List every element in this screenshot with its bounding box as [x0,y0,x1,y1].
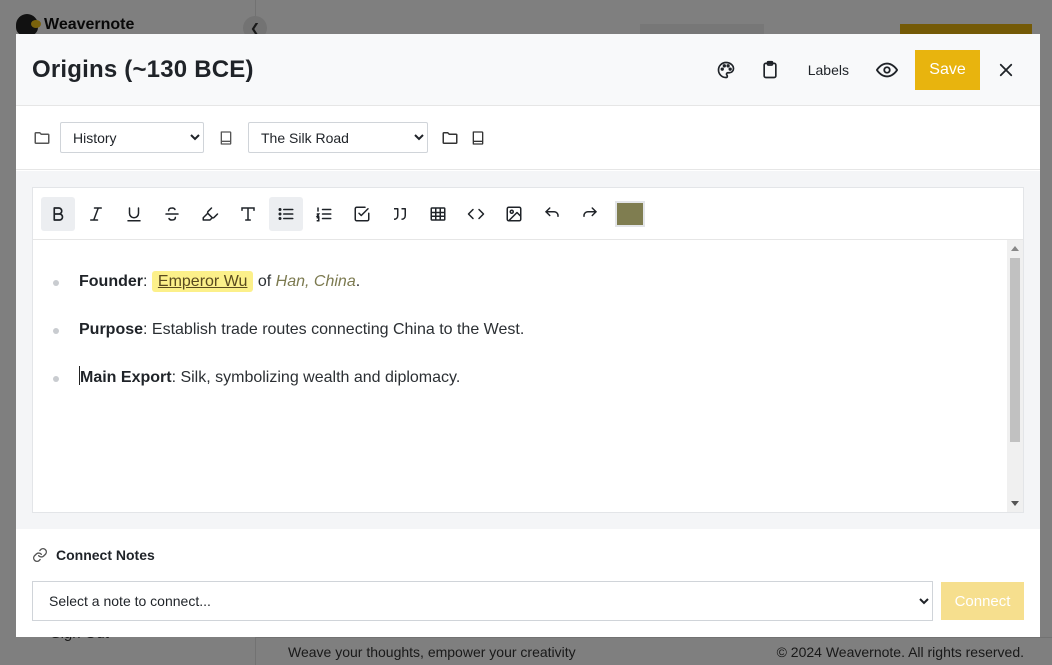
list-item[interactable]: Purpose: Establish trade routes connecti… [53,318,1007,341]
connect-notes-section: Connect Notes Select a note to connect..… [16,529,1040,637]
connect-notes-heading: Connect Notes [32,547,1024,563]
checkbox-icon [354,206,370,221]
connect-notes-title: Connect Notes [56,547,155,563]
scroll-down-arrow-icon[interactable] [1011,501,1019,506]
list-item[interactable]: Main Export: Silk, symbolizing wealth an… [53,366,1007,389]
text-color-swatch[interactable] [615,200,645,227]
item-text: : Silk, symbolizing wealth and diplomacy… [171,369,461,386]
image-button[interactable] [497,197,531,231]
palette-icon [717,61,735,78]
save-button[interactable]: Save [915,49,980,90]
new-notebook-button[interactable] [468,128,488,148]
highlight-button[interactable] [193,197,227,231]
underline-icon [127,206,141,221]
bullet-list-icon [278,207,294,220]
rich-text-editor: Founder: Emperor Wu of Han, China. Purpo… [32,187,1024,513]
italic-button[interactable] [79,197,113,231]
item-label: Purpose [79,321,144,338]
quote-icon [393,207,406,220]
table-button[interactable] [421,197,455,231]
text-style-button[interactable] [231,197,265,231]
ordered-list-button[interactable] [307,197,341,231]
eye-icon [876,62,898,77]
note-title[interactable]: Origins (~130 BCE) [32,56,700,84]
theme-button[interactable] [708,52,744,88]
highlighter-icon [202,206,219,221]
clipboard-icon [763,60,777,78]
clipboard-button[interactable] [752,52,788,88]
type-icon [241,206,255,221]
link-icon [33,548,47,562]
strikethrough-button[interactable] [155,197,189,231]
new-folder-button[interactable] [440,128,460,148]
italic-icon [90,206,102,221]
undo-button[interactable] [535,197,569,231]
item-separator: : [143,273,148,290]
code-icon [467,208,485,219]
bullet-list-button[interactable] [269,196,303,231]
preview-button[interactable] [869,52,905,88]
item-end: . [355,273,361,290]
strikethrough-icon [165,206,179,221]
connect-button[interactable]: Connect [941,582,1024,620]
editor-scrollbar[interactable] [1007,240,1023,512]
notebook-icon [216,128,236,148]
labels-button[interactable]: Labels [808,62,849,78]
notebook-select[interactable]: The Silk Road [248,122,428,153]
editor-area: Founder: Emperor Wu of Han, China. Purpo… [16,171,1040,529]
bold-button[interactable] [41,196,75,231]
category-select[interactable]: History [60,122,204,153]
place-name: Han, China [275,273,356,290]
image-icon [506,206,522,221]
bold-icon [53,206,64,221]
redo-button[interactable] [573,197,607,231]
edit-note-modal: Origins (~130 BCE) Labels Save History T… [16,34,1040,637]
item-text: : Establish trade routes connecting Chin… [143,321,525,338]
blockquote-button[interactable] [383,197,417,231]
scrollbar-thumb[interactable] [1010,258,1020,442]
redo-icon [583,206,597,217]
folder-icon [442,131,458,144]
list-item[interactable]: Founder: Emperor Wu of Han, China. [53,270,1007,293]
table-icon [430,206,446,221]
ordered-list-icon [315,206,332,221]
connect-row: Select a note to connect... Connect [32,581,1024,621]
location-selector-row: History The Silk Road [16,106,1040,170]
close-button[interactable] [988,52,1024,88]
connect-note-select[interactable]: Select a note to connect... [32,581,933,621]
scroll-up-arrow-icon[interactable] [1011,246,1019,251]
underline-button[interactable] [117,197,151,231]
bullet-list: Founder: Emperor Wu of Han, China. Purpo… [53,270,1007,389]
editor-toolbar [33,188,1023,240]
item-label: Founder [79,273,143,290]
code-button[interactable] [459,197,493,231]
item-text: of [257,273,272,290]
highlighted-link[interactable]: Emperor Wu [151,271,254,292]
task-list-button[interactable] [345,197,379,231]
editor-content[interactable]: Founder: Emperor Wu of Han, China. Purpo… [33,240,1007,512]
folder-icon [32,128,52,148]
notebook-icon [472,130,484,145]
close-icon [999,63,1013,76]
item-label: Main Export [80,369,172,386]
undo-icon [545,206,559,217]
modal-header: Origins (~130 BCE) Labels Save [16,34,1040,106]
